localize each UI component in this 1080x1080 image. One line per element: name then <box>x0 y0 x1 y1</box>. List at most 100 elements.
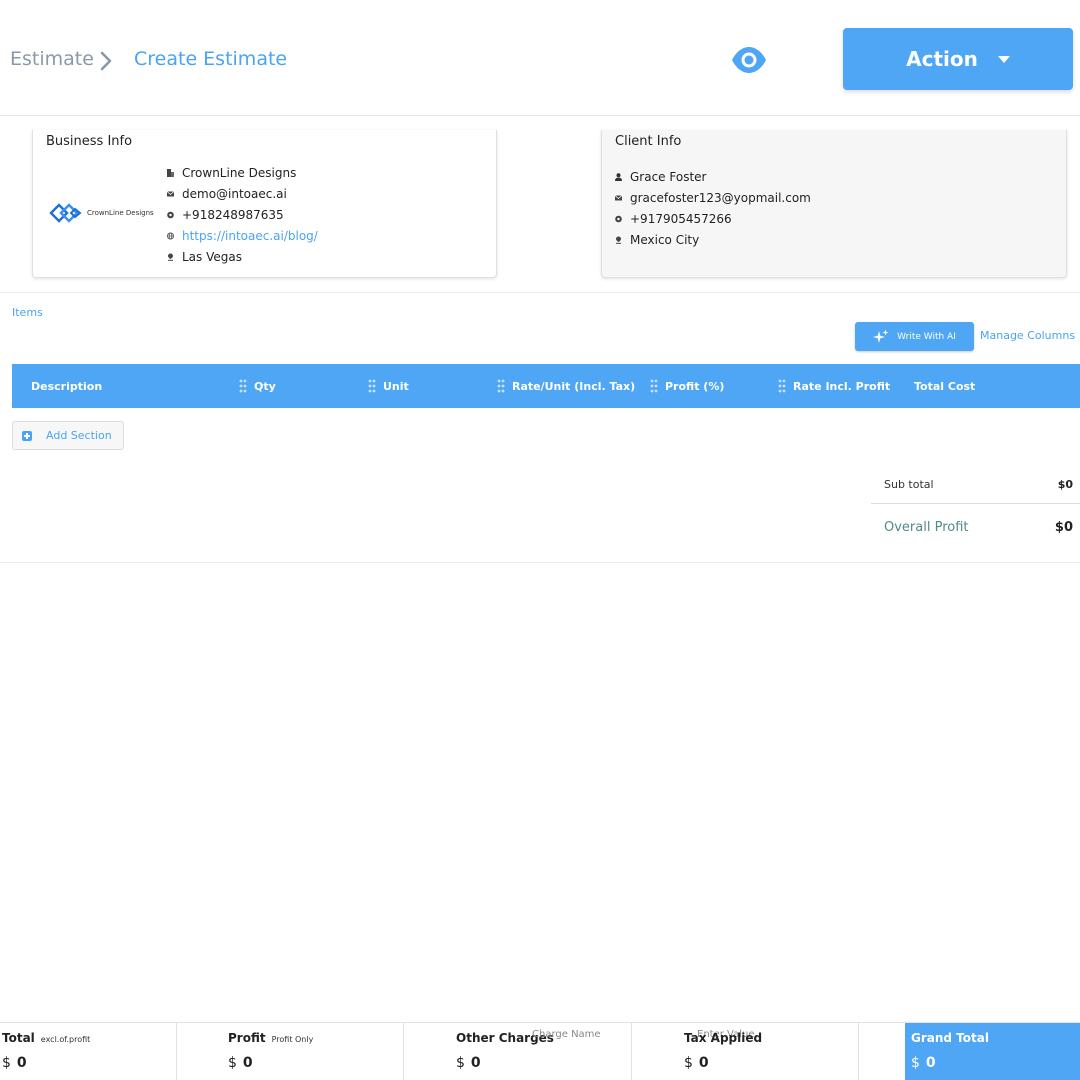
overall-profit-row: Overall Profit $0 <box>871 508 1080 546</box>
business-company-row: CrownLine Designs <box>167 166 296 180</box>
business-email: demo@intoaec.ai <box>182 187 287 201</box>
subtotal-label: Sub total <box>884 478 934 491</box>
client-phone: +917905457266 <box>630 212 732 226</box>
business-website-row[interactable]: https://intoaec.ai/blog/ <box>167 229 318 243</box>
drag-handle-icon[interactable] <box>497 379 505 393</box>
business-info-title: Business Info <box>46 134 133 149</box>
footer-total-sub: excl.of.profit <box>40 1035 91 1044</box>
overall-profit-value: $0 <box>1054 519 1073 535</box>
location-pin-icon <box>616 236 621 244</box>
client-phone-row: +917905457266 <box>615 212 732 226</box>
company-logo: CrownLine Designs <box>49 198 159 228</box>
footer-total: Total excl.of.profit $0 <box>0 1023 177 1080</box>
items-table-header: Description Qty Unit Rate/Unit (Incl. Ta… <box>12 364 1080 408</box>
location-pin-icon <box>168 253 173 261</box>
footer-profit-amount: 0 <box>242 1055 253 1071</box>
column-total-cost: Total Cost <box>914 364 975 408</box>
column-rate-incl-profit[interactable]: Rate Incl. Profit <box>778 364 890 408</box>
column-unit-label: Unit <box>383 379 409 393</box>
currency-symbol: $ <box>228 1055 237 1071</box>
client-email: gracefoster123@yopmail.com <box>630 191 811 205</box>
drag-handle-icon[interactable] <box>778 379 786 393</box>
write-with-ai-label: Write With AI <box>897 331 956 342</box>
client-location: Mexico City <box>630 233 700 247</box>
client-name-row: Grace Foster <box>615 170 706 184</box>
eye-icon[interactable] <box>731 46 767 74</box>
currency-symbol: $ <box>2 1055 11 1071</box>
column-total-cost-label: Total Cost <box>914 379 976 393</box>
client-email-row: gracefoster123@yopmail.com <box>615 191 811 205</box>
chevron-right-icon <box>100 51 112 71</box>
column-profit[interactable]: Profit (%) <box>650 364 724 408</box>
footer-other-charges-value: $0 <box>456 1055 481 1071</box>
column-qty-label: Qty <box>254 379 276 393</box>
phone-icon <box>615 215 622 223</box>
write-with-ai-button[interactable]: Write With AI <box>855 322 974 351</box>
user-icon <box>615 173 622 181</box>
column-qty[interactable]: Qty <box>239 364 276 408</box>
column-rate-unit-label: Rate/Unit (Incl. Tax) <box>512 379 636 393</box>
business-company: CrownLine Designs <box>182 166 297 180</box>
add-section-button[interactable]: Add Section <box>12 421 124 450</box>
footer-total-title: Total excl.of.profit <box>2 1031 90 1045</box>
action-button-label: Action <box>906 47 978 71</box>
drag-handle-icon[interactable] <box>368 379 376 393</box>
subtotal-value: $0 <box>1057 478 1073 491</box>
footer-profit-title: Profit Profit Only <box>228 1031 313 1045</box>
page-header: Estimate Create Estimate Action <box>0 4 1080 116</box>
plus-square-icon <box>22 430 32 441</box>
create-estimate-page: Estimate Create Estimate Action Business… <box>0 0 1080 1080</box>
footer-profit-sub: Profit Only <box>271 1035 314 1044</box>
subtotal-row: Sub total $0 <box>871 466 1080 504</box>
add-section-label: Add Section <box>46 429 112 442</box>
footer-tax[interactable]: Enter Value Tax Applied $0 <box>632 1023 859 1080</box>
business-email-row: demo@intoaec.ai <box>167 187 287 201</box>
column-rate-unit[interactable]: Rate/Unit (Incl. Tax) <box>497 364 635 408</box>
crownline-logo-icon <box>49 203 82 223</box>
currency-symbol: $ <box>456 1055 465 1071</box>
footer-total-value: $0 <box>2 1055 27 1071</box>
footer-total-amount: 0 <box>16 1055 27 1071</box>
action-button[interactable]: Action <box>843 28 1073 90</box>
overall-profit-label: Overall Profit <box>884 519 969 535</box>
charge-name-input[interactable]: Charge Name <box>532 1029 601 1040</box>
footer-grand-total-value: $0 <box>911 1055 936 1071</box>
business-location-row: Las Vegas <box>167 250 242 264</box>
client-name: Grace Foster <box>630 170 707 184</box>
business-phone: +918248987635 <box>182 208 284 222</box>
footer-profit-label: Profit <box>228 1031 266 1045</box>
breadcrumb-create-estimate: Create Estimate <box>134 48 288 70</box>
column-description-label: Description <box>31 379 103 393</box>
client-location-row: Mexico City <box>615 233 699 247</box>
manage-columns-link[interactable]: Manage Columns <box>980 329 1075 342</box>
client-info-card[interactable]: Client Info Grace Foster gracefoster123@… <box>601 130 1067 278</box>
column-unit[interactable]: Unit <box>368 364 409 408</box>
drag-handle-icon[interactable] <box>650 379 658 393</box>
footer-tax-value: $0 <box>684 1055 709 1071</box>
info-section: Business Info CrownLine Designs CrownLin… <box>0 118 1080 293</box>
column-description: Description <box>31 364 102 408</box>
footer-tax-label: Tax Applied <box>684 1031 763 1045</box>
footer-total-label: Total <box>2 1031 35 1045</box>
footer-profit: Profit Profit Only $0 <box>177 1023 404 1080</box>
mail-icon <box>167 191 174 197</box>
footer-other-charges[interactable]: Other Charges Charge Name $0 <box>404 1023 632 1080</box>
globe-icon <box>167 232 174 240</box>
drag-handle-icon[interactable] <box>239 379 247 393</box>
caret-down-icon <box>997 55 1010 63</box>
breadcrumb-estimate[interactable]: Estimate <box>10 48 94 70</box>
currency-symbol: $ <box>684 1055 693 1071</box>
business-website-link[interactable]: https://intoaec.ai/blog/ <box>182 229 318 243</box>
business-info-card: Business Info CrownLine Designs CrownLin… <box>32 130 497 278</box>
footer-tax-amount: 0 <box>698 1055 709 1071</box>
footer-grand-total: Grand Total $0 <box>905 1023 1080 1080</box>
building-icon <box>167 169 174 177</box>
business-location: Las Vegas <box>182 250 242 264</box>
client-info-title: Client Info <box>615 134 682 149</box>
section-divider <box>0 562 1080 563</box>
phone-icon <box>167 211 174 219</box>
footer-other-charges-amount: 0 <box>470 1055 481 1071</box>
items-label: Items <box>12 306 43 319</box>
mail-icon <box>615 195 622 201</box>
footer-grand-total-amount: 0 <box>925 1055 936 1071</box>
